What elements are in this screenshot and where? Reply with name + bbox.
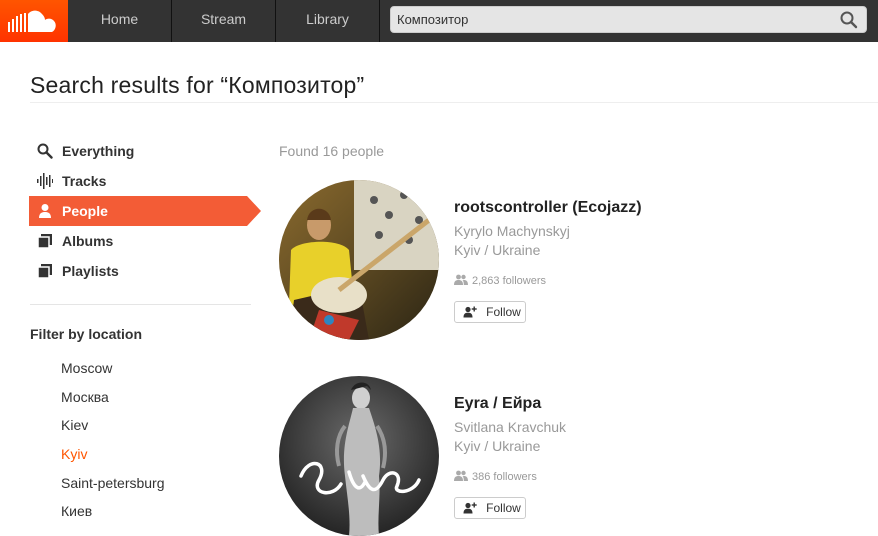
followers-label: 386 followers [472,471,537,483]
user-photo [279,180,439,340]
sidebar-item-label: Albums [62,233,114,249]
sidebar-item-label: Tracks [62,173,107,189]
search-icon [37,143,53,159]
page-title: Search results for “Композитор” [30,72,365,98]
divider [30,304,251,305]
person-icon [39,204,51,218]
followers-icon [454,274,468,285]
person-location: Kyiv / Ukraine [454,438,541,454]
sidebar-item-tracks[interactable]: Tracks [29,166,247,196]
location-filter-moskva[interactable]: Москва [61,389,109,405]
playlists-icon [37,264,52,279]
search-input[interactable] [397,7,827,32]
person-username[interactable]: Eyra / Ейра [454,395,541,413]
sidebar-item-people[interactable]: People [29,196,261,226]
followers-icon [454,470,468,481]
followers-count[interactable]: 386 followers [454,470,537,483]
person-real-name: Kyrylo Machynskyj [454,223,570,239]
followers-count[interactable]: 2,863 followers [454,274,546,287]
follow-button-label: Follow [486,501,521,515]
follow-button[interactable]: Follow [454,497,526,519]
sidebar-item-label: Playlists [62,263,119,279]
follow-button[interactable]: Follow [454,301,526,323]
add-user-icon [463,502,477,514]
sidebar-item-albums[interactable]: Albums [29,226,247,256]
nav-stream[interactable]: Stream [172,0,276,42]
location-filter-kyiv[interactable]: Kyiv [61,446,87,462]
nav-library[interactable]: Library [276,0,380,42]
location-filter-saint-petersburg[interactable]: Saint-petersburg [61,475,165,491]
sidebar-item-label: People [62,203,108,219]
follow-button-label: Follow [486,305,521,319]
results-count: Found 16 people [279,143,385,159]
nav-home[interactable]: Home [68,0,172,42]
location-filter-moscow[interactable]: Moscow [61,360,112,376]
waveform-icon [37,173,53,189]
soundcloud-logo[interactable] [0,0,68,42]
sidebar-item-everything[interactable]: Everything [29,136,247,166]
filter-heading: Filter by location [30,326,143,342]
add-user-icon [463,306,477,318]
user-photo [279,376,439,536]
cloud-icon [8,10,56,32]
search-box [390,6,867,33]
divider [30,102,878,103]
top-navigation-bar: Home Stream Library [0,0,878,42]
person-real-name: Svitlana Kravchuk [454,419,567,435]
person-location: Kyiv / Ukraine [454,242,541,258]
location-filter-kiev[interactable]: Kiev [61,417,88,433]
person-username[interactable]: rootscontroller (Ecojazz) [454,199,642,217]
avatar[interactable] [279,376,439,536]
search-icon[interactable] [840,11,858,29]
albums-icon [37,234,52,249]
location-filter-kiev-cyrillic[interactable]: Киев [61,503,92,519]
followers-label: 2,863 followers [472,275,546,287]
sidebar-item-label: Everything [62,143,135,159]
sidebar-item-playlists[interactable]: Playlists [29,256,247,286]
avatar[interactable] [279,180,439,340]
